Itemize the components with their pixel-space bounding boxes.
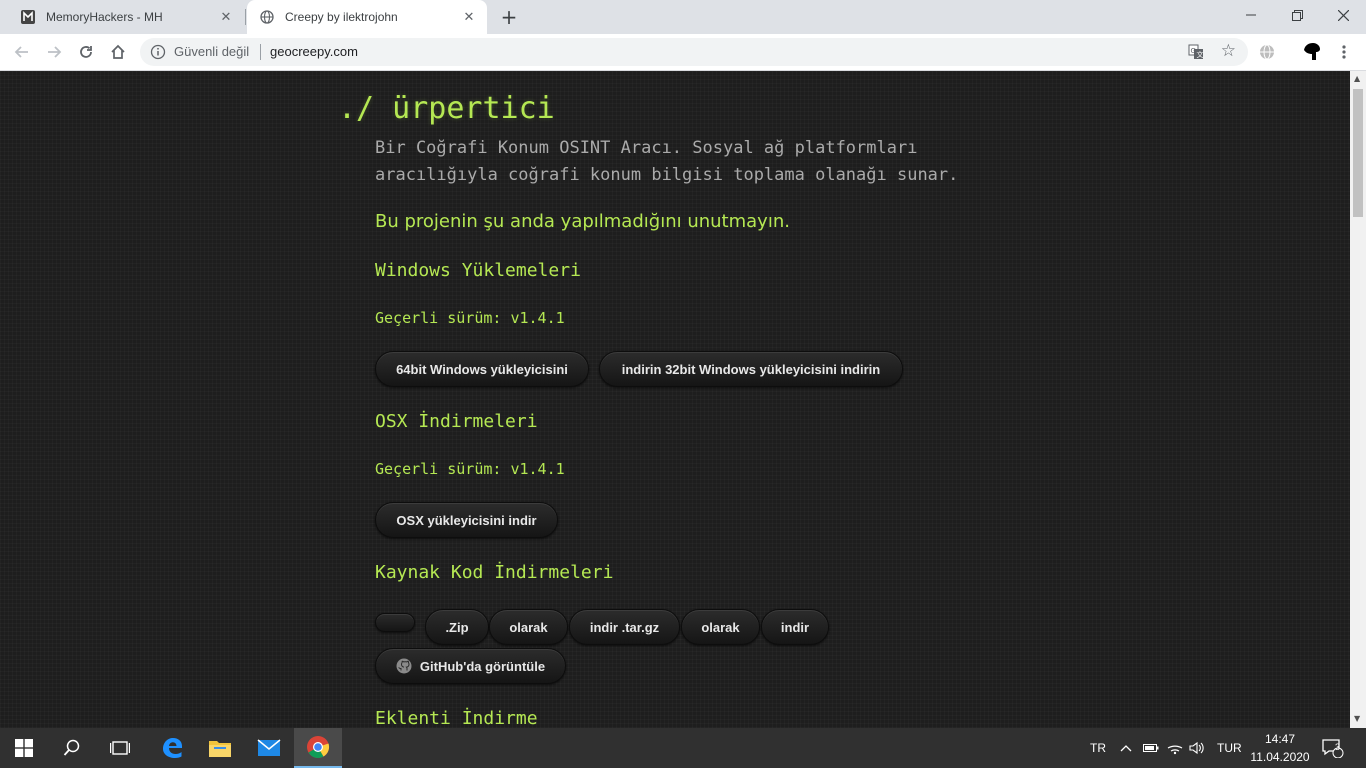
page-scrollbar[interactable]: ▲ ▼ (1350, 71, 1366, 728)
tab-strip: MemoryHackers - MH ✕ Creepy by ilektrojo… (0, 0, 1366, 34)
volume-icon[interactable] (1189, 728, 1205, 768)
web-page: ./ ürpertici Bir Coğrafi Konum OSINT Ara… (0, 71, 1350, 728)
tab-title: Creepy by ilektrojohn (285, 10, 398, 24)
input-language-short[interactable]: TR (1090, 728, 1106, 768)
tab-memoryhackers[interactable]: MemoryHackers - MH ✕ (8, 0, 244, 34)
back-arrow-icon[interactable] (8, 38, 36, 66)
address-divider (260, 44, 261, 60)
close-window-icon[interactable] (1320, 0, 1366, 30)
globe-icon (259, 9, 275, 25)
security-label[interactable]: Güvenli değil (174, 44, 249, 59)
source-empty-button[interactable] (375, 613, 415, 632)
scroll-up-arrow-icon[interactable]: ▲ (1354, 74, 1360, 83)
svg-text:文: 文 (1197, 50, 1204, 59)
url-text[interactable]: geocreepy.com (270, 44, 358, 59)
battery-icon[interactable] (1143, 728, 1159, 768)
restore-icon[interactable] (1274, 0, 1320, 30)
notification-count: 3 (1335, 742, 1341, 752)
chrome-taskbar-icon[interactable] (294, 728, 342, 768)
translate-icon[interactable]: G文 (1188, 44, 1204, 60)
osx-current-version: Geçerli sürüm: v1.4.1 (375, 460, 565, 478)
svg-text:G: G (1191, 47, 1196, 55)
minimize-icon[interactable] (1228, 0, 1274, 30)
info-icon[interactable] (150, 44, 166, 60)
clock-time: 14:47 (1264, 732, 1296, 746)
source-downloads-heading: Kaynak Kod İndirmeleri (375, 562, 614, 583)
download-windows-32bit-button[interactable]: indirin 32bit Windows yükleyicisini indi… (599, 351, 903, 387)
address-bar[interactable]: Güvenli değil geocreepy.com G文 ☆ (140, 38, 1248, 66)
clock-date: 11.04.2020 (1250, 750, 1310, 764)
menu-kebab-icon[interactable] (1330, 38, 1358, 66)
edge-browser-icon[interactable] (148, 728, 196, 768)
windows-downloads-heading: Windows Yüklemeleri (375, 260, 581, 281)
view-on-github-button[interactable]: GitHub'da görüntüle (375, 648, 566, 684)
memoryhackers-m-icon (20, 9, 36, 25)
new-tab-plus-icon[interactable]: + (497, 5, 521, 29)
tab-close-icon[interactable]: ✕ (216, 7, 236, 27)
home-icon[interactable] (104, 38, 132, 66)
profile-avatar-icon[interactable] (1298, 38, 1326, 66)
tab-creepy[interactable]: Creepy by ilektrojohn ✕ (247, 0, 487, 34)
source-olarak-button-2[interactable]: olarak (681, 609, 760, 645)
tab-title: MemoryHackers - MH (46, 10, 163, 24)
extension-globe-icon[interactable] (1253, 38, 1281, 66)
mail-icon[interactable] (245, 728, 293, 768)
tab-divider (245, 9, 246, 25)
clock[interactable]: 14:47 11.04.2020 (1250, 728, 1310, 768)
download-zip-button[interactable]: .Zip (425, 609, 489, 645)
osx-downloads-heading: OSX İndirmeleri (375, 411, 538, 432)
source-indir-button[interactable]: indir (761, 609, 829, 645)
task-view-icon[interactable] (96, 728, 144, 768)
tab-close-icon[interactable]: ✕ (459, 7, 479, 27)
github-button-label: GitHub'da görüntüle (419, 658, 546, 674)
windows-start-icon[interactable] (0, 728, 48, 768)
download-tar-gz-button[interactable]: indir .tar.gz (569, 609, 680, 645)
github-octocat-icon (396, 658, 412, 674)
notification-center-icon[interactable]: 3 (1322, 728, 1344, 768)
source-olarak-button[interactable]: olarak (489, 609, 568, 645)
file-explorer-icon[interactable] (196, 728, 244, 768)
site-description: Bir Coğrafi Konum OSINT Aracı. Sosyal ağ… (375, 138, 959, 185)
download-osx-button[interactable]: OSX yükleyicisini indir (375, 502, 558, 538)
bookmark-star-icon[interactable]: ☆ (1221, 41, 1236, 61)
project-notice: Bu projenin şu anda yapılmadığını unutma… (375, 211, 790, 232)
site-title[interactable]: ./ ürpertici (338, 91, 555, 126)
search-icon[interactable] (48, 728, 96, 768)
scrollbar-thumb[interactable] (1353, 89, 1363, 217)
scroll-down-arrow-icon[interactable]: ▼ (1354, 714, 1360, 723)
reload-icon[interactable] (72, 38, 100, 66)
wifi-icon[interactable] (1167, 728, 1183, 768)
browser-toolbar: Güvenli değil geocreepy.com G文 ☆ (0, 34, 1366, 71)
input-language[interactable]: TUR (1217, 728, 1242, 768)
windows-taskbar: TR TUR 14:47 11.04.2020 3 (0, 728, 1366, 768)
plugin-download-heading: Eklenti İndirme (375, 708, 538, 728)
download-windows-64bit-button[interactable]: 64bit Windows yükleyicisini (375, 351, 589, 387)
windows-current-version: Geçerli sürüm: v1.4.1 (375, 309, 565, 327)
show-hidden-icons-chevron-icon[interactable] (1120, 728, 1132, 768)
forward-arrow-icon[interactable] (40, 38, 68, 66)
